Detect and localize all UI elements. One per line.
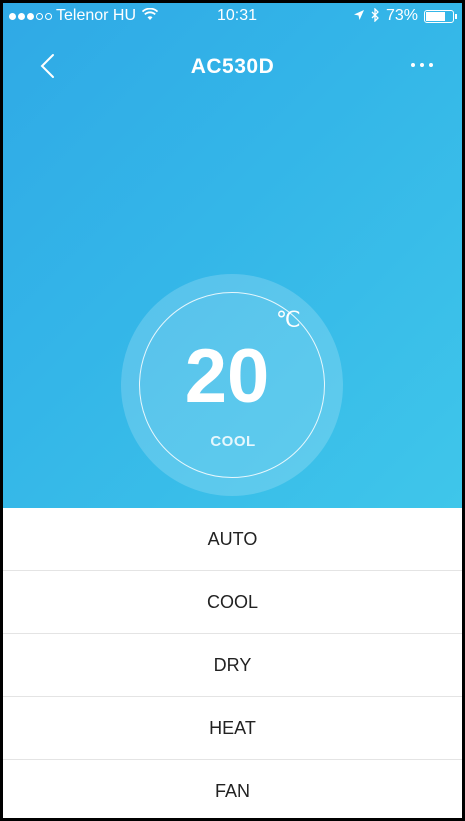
carrier-name: Telenor HU bbox=[56, 7, 137, 24]
temperature-unit: ℃ bbox=[276, 307, 301, 332]
mode-option-heat[interactable]: HEAT bbox=[3, 697, 462, 760]
more-dot bbox=[411, 63, 415, 67]
phone-screen: Telenor HU 10:31 73% AC530D 20 ℃ COOL AU… bbox=[3, 3, 462, 818]
more-dot bbox=[420, 63, 424, 67]
mode-option-dry[interactable]: DRY bbox=[3, 634, 462, 697]
battery-percent: 73% bbox=[385, 7, 418, 24]
more-options-button[interactable] bbox=[402, 53, 442, 77]
header-panel: Telenor HU 10:31 73% AC530D 20 ℃ COOL bbox=[3, 3, 462, 508]
signal-strength-icon bbox=[9, 12, 52, 20]
status-left: Telenor HU bbox=[9, 7, 159, 25]
mode-option-fan[interactable]: FAN bbox=[3, 760, 462, 818]
status-right: 73% bbox=[353, 6, 457, 25]
nav-bar: AC530D bbox=[3, 43, 462, 87]
current-mode-label: COOL bbox=[210, 433, 256, 450]
bluetooth-icon bbox=[371, 6, 380, 25]
mode-selection-list: AUTO COOL DRY HEAT FAN bbox=[3, 508, 462, 818]
wifi-icon bbox=[141, 7, 159, 25]
status-bar: Telenor HU 10:31 73% bbox=[3, 3, 462, 31]
temperature-dial[interactable]: 20 ℃ COOL bbox=[121, 274, 343, 496]
location-arrow-icon bbox=[353, 9, 365, 24]
temperature-value: 20 bbox=[184, 334, 270, 419]
more-dot bbox=[429, 63, 433, 67]
status-time: 10:31 bbox=[217, 7, 258, 24]
battery-icon bbox=[424, 9, 457, 23]
mode-option-auto[interactable]: AUTO bbox=[3, 508, 462, 571]
page-title: AC530D bbox=[190, 55, 275, 78]
temperature-ring: 20 ℃ COOL bbox=[139, 292, 325, 478]
mode-option-cool[interactable]: COOL bbox=[3, 571, 462, 634]
